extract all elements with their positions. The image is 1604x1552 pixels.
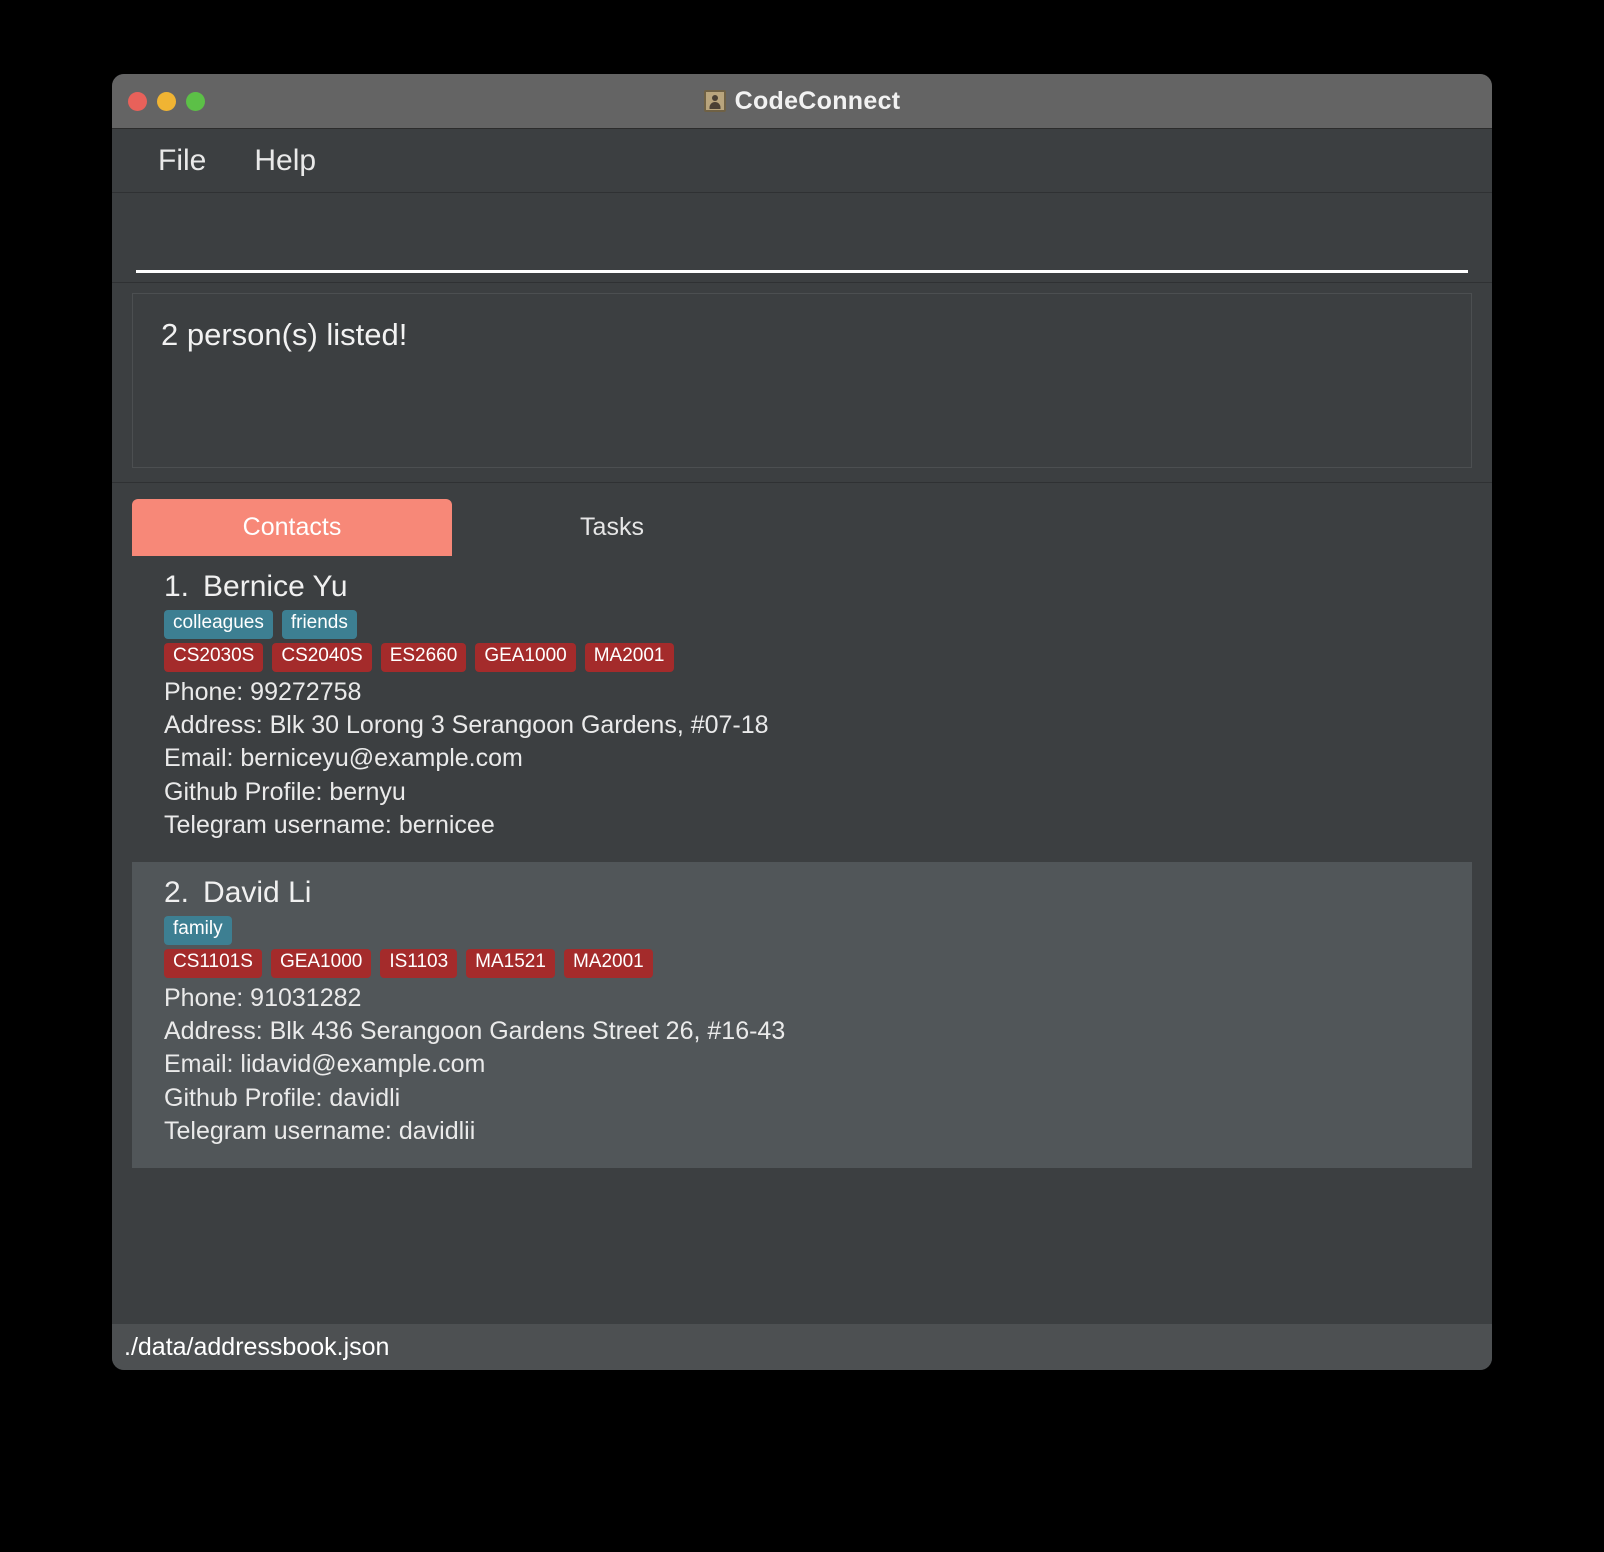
person-address: Address: Blk 436 Serangoon Gardens Stree…	[164, 1017, 786, 1046]
person-card-title: 2. David Li	[164, 876, 1440, 910]
tag-chip: friends	[281, 610, 357, 639]
close-window-button[interactable]	[128, 92, 147, 111]
status-bar-file-path: ./data/addressbook.json	[124, 1332, 390, 1361]
course-chip: GEA1000	[270, 948, 372, 978]
person-phone: Phone: 91031282	[164, 983, 362, 1012]
person-phone: Phone: 99272758	[164, 677, 362, 706]
course-chip: IS1103	[380, 948, 458, 978]
window-title: CodeConnect	[734, 86, 901, 115]
menu-bar: File Help	[112, 129, 1492, 193]
result-region: 2 person(s) listed!	[112, 283, 1492, 483]
person-email: Email: lidavid@example.com	[164, 1050, 486, 1079]
result-message: 2 person(s) listed!	[161, 317, 408, 352]
course-chip: GEA1000	[475, 642, 576, 672]
app-window: CodeConnect File Help 2 person(s) listed…	[112, 74, 1492, 1370]
person-list[interactable]: 1. Bernice Yu colleagues friends CS2030S …	[132, 556, 1472, 1324]
person-name: Bernice Yu	[203, 570, 348, 603]
person-index: 1.	[164, 570, 190, 603]
course-chip: MA2001	[563, 948, 653, 978]
person-index: 2.	[164, 876, 190, 910]
person-github: Github Profile: davidli	[164, 1083, 401, 1112]
person-telegram: Telegram username: bernicee	[164, 810, 495, 839]
course-chip: CS2030S	[164, 642, 264, 672]
window-controls	[128, 74, 205, 129]
menu-item-file[interactable]: File	[140, 140, 224, 182]
menu-item-help[interactable]: Help	[236, 140, 334, 182]
person-card[interactable]: 2. David Li family CS1101S GEA1000 IS1103…	[132, 862, 1472, 1169]
person-name: David Li	[203, 876, 312, 910]
person-telegram: Telegram username: davidlii	[164, 1116, 476, 1145]
tab-contacts[interactable]: Contacts	[132, 499, 452, 556]
title-group: CodeConnect	[703, 86, 901, 116]
person-card-title: 1. Bernice Yu	[164, 570, 1440, 604]
address-book-icon	[703, 90, 726, 112]
course-chip: CS2040S	[272, 642, 372, 672]
course-chip-row: CS2030S CS2040S ES2660 GEA1000 MA2001	[164, 642, 1440, 672]
course-chip: MA1521	[466, 948, 555, 978]
person-github: Github Profile: bernyu	[164, 777, 406, 806]
tag-chip: family	[164, 916, 232, 945]
person-card[interactable]: 1. Bernice Yu colleagues friends CS2030S …	[132, 556, 1472, 863]
tab-region: Contacts Tasks 1. Bernice Yu colleagues f…	[112, 483, 1492, 1324]
course-chip-row: CS1101S GEA1000 IS1103 MA1521 MA2001	[164, 948, 1440, 978]
command-input[interactable]	[136, 207, 1468, 273]
course-chip: ES2660	[380, 642, 467, 672]
status-bar: ./data/addressbook.json	[112, 1324, 1492, 1370]
person-address: Address: Blk 30 Lorong 3 Serangoon Garde…	[164, 711, 769, 740]
person-email: Email: berniceyu@example.com	[164, 744, 523, 773]
tag-chip-row: colleagues friends	[164, 610, 1440, 639]
title-bar: CodeConnect	[112, 74, 1492, 129]
command-region	[112, 193, 1492, 283]
minimize-window-button[interactable]	[157, 92, 176, 111]
tab-bar: Contacts Tasks	[132, 499, 1472, 556]
tag-chip: colleagues	[164, 610, 273, 639]
tag-chip-row: family	[164, 916, 1440, 945]
maximize-window-button[interactable]	[186, 92, 205, 111]
course-chip: MA2001	[584, 642, 674, 672]
course-chip: CS1101S	[164, 948, 262, 978]
result-display-box: 2 person(s) listed!	[132, 293, 1472, 468]
tab-tasks[interactable]: Tasks	[452, 499, 772, 556]
